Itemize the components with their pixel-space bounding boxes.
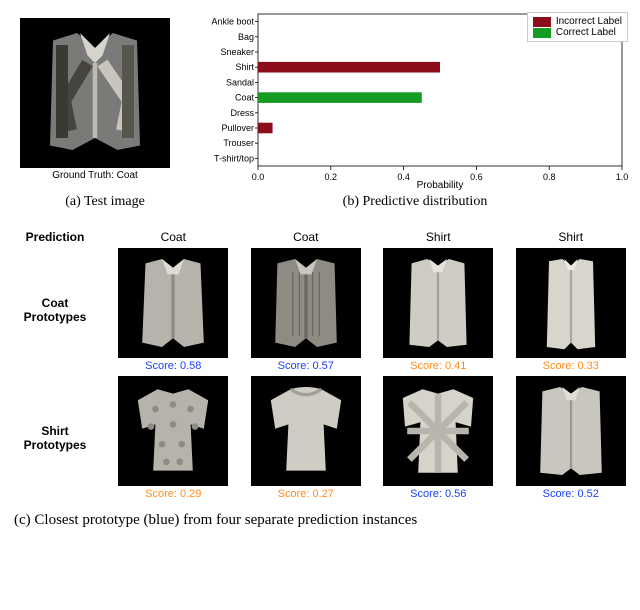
caption-b: (b) Predictive distribution: [200, 194, 630, 210]
svg-text:0.0: 0.0: [252, 172, 265, 182]
prototype-cell: Score: 0.33: [512, 248, 631, 372]
prototype-cell: Score: 0.27: [247, 376, 366, 500]
prototype-cell: Score: 0.41: [379, 248, 498, 372]
coat-image-icon: [20, 18, 170, 168]
prototype-cell: Score: 0.52: [512, 376, 631, 500]
svg-text:Sandal: Sandal: [226, 77, 254, 87]
svg-text:0.2: 0.2: [325, 172, 338, 182]
prototype-cell: Score: 0.58: [114, 248, 233, 372]
prototype-image: [516, 248, 626, 358]
prototype-image: [118, 376, 228, 486]
legend-swatch-correct: [533, 28, 551, 38]
prototype-image: [118, 248, 228, 358]
score-label: Score: 0.52: [543, 488, 599, 500]
svg-text:T-shirt/top: T-shirt/top: [214, 153, 254, 163]
row-label-shirt: ShirtPrototypes: [10, 424, 100, 453]
score-label: Score: 0.56: [410, 488, 466, 500]
prototype-image: [383, 248, 493, 358]
predictive-distribution-chart: 0.0 0.2 0.4 0.6 0.8 1.0 Probability Ankle boot B…: [190, 10, 630, 190]
svg-text:Ankle boot: Ankle boot: [211, 17, 254, 27]
prototype-cell: Score: 0.56: [379, 376, 498, 500]
score-label: Score: 0.29: [145, 488, 201, 500]
prototype-cell: Score: 0.29: [114, 376, 233, 500]
caption-c: (c) Closest prototype (blue) from four s…: [10, 512, 630, 529]
svg-text:Dress: Dress: [230, 108, 254, 118]
prototype-image: [251, 376, 361, 486]
svg-text:0.4: 0.4: [397, 172, 410, 182]
score-label: Score: 0.33: [543, 360, 599, 372]
svg-text:Shirt: Shirt: [235, 62, 254, 72]
svg-text:1.0: 1.0: [616, 172, 629, 182]
prototype-grid: Prediction Coat Coat Shirt Shirt CoatPro…: [10, 230, 630, 500]
legend-label: Correct Label: [556, 27, 616, 38]
caption-a: (a) Test image: [10, 194, 200, 210]
prototype-image: [383, 376, 493, 486]
legend-entry-incorrect: Incorrect Label: [533, 16, 622, 27]
svg-text:Pullover: Pullover: [221, 123, 254, 133]
svg-text:Coat: Coat: [235, 93, 255, 103]
chart-legend: Incorrect Label Correct Label: [527, 12, 628, 42]
prediction-label: Shirt: [379, 230, 498, 244]
score-label: Score: 0.58: [145, 360, 201, 372]
header-prediction: Prediction: [10, 230, 100, 244]
score-label: Score: 0.57: [278, 360, 334, 372]
test-image: [20, 18, 170, 168]
legend-entry-correct: Correct Label: [533, 27, 622, 38]
score-label: Score: 0.27: [278, 488, 334, 500]
legend-label: Incorrect Label: [556, 16, 622, 27]
svg-text:Probability: Probability: [417, 180, 464, 190]
legend-swatch-incorrect: [533, 17, 551, 27]
prototype-cell: Score: 0.57: [247, 248, 366, 372]
svg-text:Trouser: Trouser: [223, 138, 254, 148]
ground-truth-label: Ground Truth: Coat: [52, 170, 138, 181]
test-image-panel: Ground Truth: Coat: [10, 18, 180, 181]
prototype-image: [516, 376, 626, 486]
prediction-label: Shirt: [512, 230, 631, 244]
prototype-image: [251, 248, 361, 358]
svg-text:Bag: Bag: [238, 32, 254, 42]
svg-text:Sneaker: Sneaker: [220, 47, 254, 57]
svg-text:0.8: 0.8: [543, 172, 556, 182]
row-label-coat: CoatPrototypes: [10, 296, 100, 325]
prediction-label: Coat: [114, 230, 233, 244]
score-label: Score: 0.41: [410, 360, 466, 372]
prediction-label: Coat: [247, 230, 366, 244]
svg-text:0.6: 0.6: [470, 172, 483, 182]
